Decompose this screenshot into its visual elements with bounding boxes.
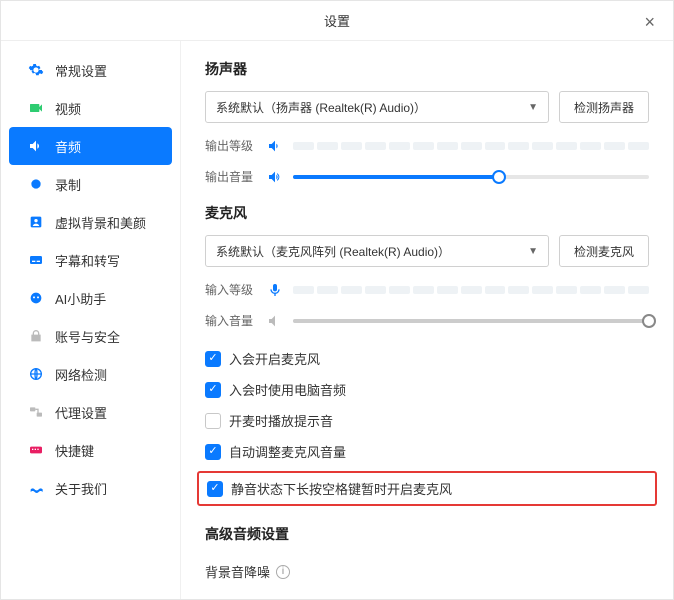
- mic-device-select[interactable]: 系统默认（麦克风阵列 (Realtek(R) Audio)） ▼: [205, 235, 549, 267]
- gear-icon: [27, 61, 45, 79]
- sidebar: 常规设置 视频 音频 录制 虚拟背景和美颜 字幕和转写: [1, 41, 181, 599]
- info-icon[interactable]: i: [276, 565, 290, 579]
- sidebar-item-proxy[interactable]: 代理设置: [9, 393, 172, 431]
- sidebar-item-label: AI小助手: [55, 289, 106, 308]
- globe-icon: [27, 365, 45, 383]
- output-level-label: 输出等级: [205, 137, 257, 154]
- keyboard-icon: [27, 441, 45, 459]
- sidebar-item-label: 字幕和转写: [55, 251, 120, 270]
- bg-noise-label: 背景音降噪: [205, 562, 270, 581]
- sidebar-item-about[interactable]: 关于我们: [9, 469, 172, 507]
- sidebar-item-network[interactable]: 网络检测: [9, 355, 172, 393]
- speaker-section-title: 扬声器: [205, 59, 649, 79]
- mic-section-title: 麦克风: [205, 203, 649, 223]
- mic-device-value: 系统默认（麦克风阵列 (Realtek(R) Audio)）: [216, 243, 450, 260]
- chevron-down-icon: ▼: [528, 102, 538, 113]
- checkbox-icon[interactable]: [205, 444, 221, 460]
- sidebar-item-video[interactable]: 视频: [9, 89, 172, 127]
- mic-icon: [267, 282, 283, 298]
- window-title: 设置: [324, 11, 350, 30]
- sidebar-item-label: 代理设置: [55, 403, 107, 422]
- check-label: 开麦时播放提示音: [229, 411, 333, 430]
- sidebar-item-account[interactable]: 账号与安全: [9, 317, 172, 355]
- check-use-computer-audio[interactable]: 入会时使用电脑音频: [205, 374, 649, 405]
- bg-noise-row: 背景音降噪 i: [205, 556, 649, 581]
- checkbox-icon[interactable]: [207, 481, 223, 497]
- subtitle-icon: [27, 251, 45, 269]
- input-level-meter: [293, 286, 649, 294]
- checkbox-icon[interactable]: [205, 413, 221, 429]
- chevron-down-icon: ▼: [528, 246, 538, 257]
- sidebar-item-audio[interactable]: 音频: [9, 127, 172, 165]
- speaker-device-select[interactable]: 系统默认（扬声器 (Realtek(R) Audio)） ▼: [205, 91, 549, 123]
- portrait-icon: [27, 213, 45, 231]
- close-button[interactable]: ×: [638, 11, 661, 33]
- sidebar-item-shortcut[interactable]: 快捷键: [9, 431, 172, 469]
- speaker-device-value: 系统默认（扬声器 (Realtek(R) Audio)）: [216, 99, 426, 116]
- sidebar-item-record[interactable]: 录制: [9, 165, 172, 203]
- checkbox-icon[interactable]: [205, 382, 221, 398]
- speaker-icon: [27, 137, 45, 155]
- output-volume-slider[interactable]: [293, 169, 649, 185]
- check-play-unmute-sound[interactable]: 开麦时播放提示音: [205, 405, 649, 436]
- input-level-label: 输入等级: [205, 281, 257, 298]
- input-volume-slider[interactable]: [293, 313, 649, 329]
- content: 扬声器 系统默认（扬声器 (Realtek(R) Audio)） ▼ 检测扬声器…: [181, 41, 673, 599]
- sidebar-item-label: 音频: [55, 137, 81, 156]
- sidebar-item-label: 关于我们: [55, 479, 107, 498]
- test-mic-button[interactable]: 检测麦克风: [559, 235, 649, 267]
- check-label: 自动调整麦克风音量: [229, 442, 346, 461]
- advanced-section-title: 高级音频设置: [205, 524, 649, 544]
- volume-muted-icon: [267, 313, 283, 329]
- sidebar-item-label: 录制: [55, 175, 81, 194]
- sidebar-item-virtual-bg[interactable]: 虚拟背景和美颜: [9, 203, 172, 241]
- titlebar: 设置 ×: [1, 1, 673, 41]
- sidebar-item-subtitle[interactable]: 字幕和转写: [9, 241, 172, 279]
- volume-icon: [267, 169, 283, 185]
- sidebar-item-label: 常规设置: [55, 61, 107, 80]
- sidebar-item-ai[interactable]: AI小助手: [9, 279, 172, 317]
- sidebar-item-label: 快捷键: [55, 441, 94, 460]
- sidebar-item-label: 账号与安全: [55, 327, 120, 346]
- check-join-mic-on[interactable]: 入会开启麦克风: [205, 343, 649, 374]
- output-volume-label: 输出音量: [205, 168, 257, 185]
- sidebar-item-label: 视频: [55, 99, 81, 118]
- proxy-icon: [27, 403, 45, 421]
- video-icon: [27, 99, 45, 117]
- check-space-to-unmute[interactable]: 静音状态下长按空格键暂时开启麦克风: [207, 479, 647, 498]
- check-label: 静音状态下长按空格键暂时开启麦克风: [231, 479, 452, 498]
- ai-icon: [27, 289, 45, 307]
- checkbox-icon[interactable]: [205, 351, 221, 367]
- output-level-meter: [293, 142, 649, 150]
- check-label: 入会开启麦克风: [229, 349, 320, 368]
- test-speaker-button[interactable]: 检测扬声器: [559, 91, 649, 123]
- speaker-level-icon: [267, 138, 283, 154]
- about-icon: [27, 479, 45, 497]
- sidebar-item-label: 虚拟背景和美颜: [55, 213, 146, 232]
- check-label: 入会时使用电脑音频: [229, 380, 346, 399]
- lock-icon: [27, 327, 45, 345]
- sidebar-item-label: 网络检测: [55, 365, 107, 384]
- highlight-box: 静音状态下长按空格键暂时开启麦克风: [197, 471, 657, 506]
- sidebar-item-general[interactable]: 常规设置: [9, 51, 172, 89]
- input-volume-label: 输入音量: [205, 312, 257, 329]
- check-auto-adjust-mic[interactable]: 自动调整麦克风音量: [205, 436, 649, 467]
- record-icon: [27, 175, 45, 193]
